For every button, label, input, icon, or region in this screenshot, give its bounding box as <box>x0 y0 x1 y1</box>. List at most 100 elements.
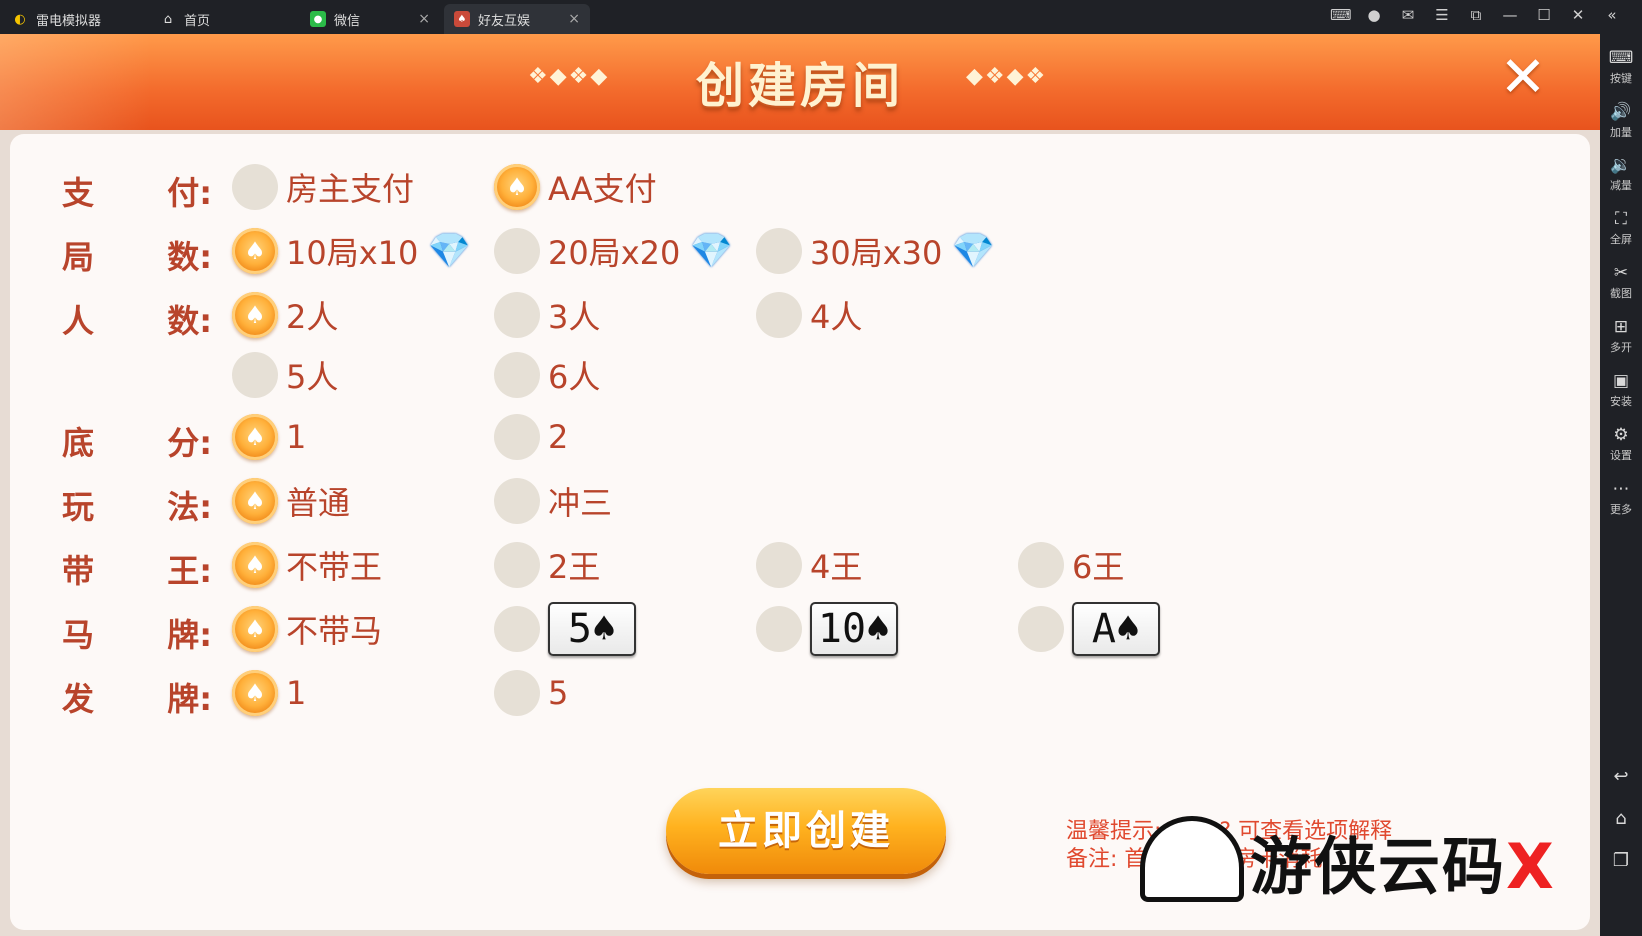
radio-button[interactable] <box>494 670 540 716</box>
close-window-icon[interactable]: ✕ <box>1568 6 1588 24</box>
gamepad-icon[interactable]: ⌨ <box>1330 6 1352 24</box>
tab-wechat[interactable]: ● 微信 × <box>300 4 440 34</box>
sidebar-item-fullscreen[interactable]: ⛶ 全屏 <box>1600 209 1642 247</box>
option-base-1[interactable]: ♠ 1 <box>232 414 306 460</box>
option-players-3[interactable]: 3人 <box>494 292 600 338</box>
option-base-2[interactable]: 2 <box>494 414 568 460</box>
radio-button-selected[interactable]: ♠ <box>232 606 278 652</box>
close-tab-icon[interactable]: × <box>418 11 430 27</box>
sidebar-item-screenshot[interactable]: ✂ 截图 <box>1600 263 1642 301</box>
sidebar-item-label: 全屏 <box>1610 233 1632 246</box>
radio-button-selected[interactable]: ♠ <box>494 164 540 210</box>
radio-button[interactable] <box>494 414 540 460</box>
diamond-icon: 💎 <box>952 231 995 271</box>
option-horse-none[interactable]: ♠ 不带马 <box>232 606 382 652</box>
mail-icon[interactable]: ✉ <box>1398 6 1418 24</box>
radio-button[interactable] <box>1018 542 1064 588</box>
option-horse-a[interactable]: A♠ <box>1018 602 1160 656</box>
radio-button[interactable] <box>494 352 540 398</box>
option-pay-aa[interactable]: ♠ AA支付 <box>494 164 657 210</box>
sidebar-item-label: 按键 <box>1610 72 1632 85</box>
diamond-icon: 💎 <box>428 231 471 271</box>
dialog-header: ❖◆❖◆ 创建房间 ◆❖◆❖ ✕ <box>0 34 1600 130</box>
watermark-text: 游侠云码X <box>1250 830 1556 903</box>
tab-game[interactable]: ♠ 好友互娱 × <box>444 4 590 34</box>
card-a-spades: A♠ <box>1072 602 1160 656</box>
close-tab-icon[interactable]: × <box>568 11 580 27</box>
option-deal-5[interactable]: 5 <box>494 670 568 716</box>
sidebar-item-keyboard[interactable]: ⌨ 按键 <box>1600 48 1642 86</box>
create-room-button[interactable]: 立即创建 <box>666 788 946 874</box>
tab-label: 雷电模拟器 <box>36 13 102 29</box>
apk-install-icon: ▣ <box>1612 371 1630 391</box>
option-players-5[interactable]: 5人 <box>232 352 338 398</box>
back-icon[interactable]: ↩ <box>1600 766 1642 787</box>
radio-button-selected[interactable]: ♠ <box>232 228 278 274</box>
sidebar-item-volume-up[interactable]: 🔊 加量 <box>1600 102 1642 140</box>
radio-button-selected[interactable]: ♠ <box>232 478 278 524</box>
card-10-spades: 10♠ <box>810 602 898 656</box>
sidebar-item-volume-down[interactable]: 🔉 减量 <box>1600 155 1642 193</box>
radio-button[interactable] <box>494 292 540 338</box>
option-kings-4[interactable]: 4王 <box>756 542 862 588</box>
tab-home[interactable]: ⌂ 首页 <box>150 4 290 34</box>
more-icon: ⋯ <box>1612 479 1630 499</box>
option-mode-normal[interactable]: ♠ 普通 <box>232 478 350 524</box>
radio-button[interactable] <box>232 352 278 398</box>
option-players-6[interactable]: 6人 <box>494 352 600 398</box>
tab-ldplayer[interactable]: ◐ 雷电模拟器 <box>2 4 142 34</box>
label-deal: 发牌: <box>62 680 212 718</box>
minimize-icon[interactable]: — <box>1500 6 1520 24</box>
label-horse: 马牌: <box>62 616 212 654</box>
option-players-2[interactable]: ♠ 2人 <box>232 292 338 338</box>
radio-button[interactable] <box>232 164 278 210</box>
maximize-icon[interactable]: ☐ <box>1534 6 1554 24</box>
collapse-sidebar-icon[interactable]: « <box>1602 6 1622 24</box>
radio-button-selected[interactable]: ♠ <box>232 670 278 716</box>
radio-button[interactable] <box>494 478 540 524</box>
option-kings-2[interactable]: 2王 <box>494 542 600 588</box>
menu-icon[interactable]: ☰ <box>1432 6 1452 24</box>
option-kings-6[interactable]: 6王 <box>1018 542 1124 588</box>
option-rounds-30[interactable]: 30局x30 💎 <box>756 228 995 274</box>
radio-button[interactable] <box>756 228 802 274</box>
fullscreen-icon: ⛶ <box>1615 209 1627 229</box>
radio-button[interactable] <box>756 606 802 652</box>
restore-icon[interactable]: ⧉ <box>1466 6 1486 24</box>
radio-button[interactable] <box>756 542 802 588</box>
option-rounds-10[interactable]: ♠ 10局x10 💎 <box>232 228 471 274</box>
sidebar-item-install[interactable]: ▣ 安装 <box>1600 371 1642 409</box>
radio-button[interactable] <box>494 606 540 652</box>
sidebar-item-more[interactable]: ⋯ 更多 <box>1600 479 1642 517</box>
account-icon[interactable]: ● <box>1364 6 1384 24</box>
option-deal-1[interactable]: ♠ 1 <box>232 670 306 716</box>
radio-button[interactable] <box>494 228 540 274</box>
option-kings-none[interactable]: ♠ 不带王 <box>232 542 382 588</box>
radio-button-selected[interactable]: ♠ <box>232 542 278 588</box>
label-base: 底分: <box>62 424 212 462</box>
scissors-icon: ✂ <box>1613 263 1629 283</box>
sidebar-item-label: 设置 <box>1610 449 1632 462</box>
radio-button[interactable] <box>494 542 540 588</box>
sidebar-item-multi[interactable]: ⊞ 多开 <box>1600 317 1642 355</box>
option-mode-chongsan[interactable]: 冲三 <box>494 478 612 524</box>
option-horse-5[interactable]: 5♠ <box>494 602 636 656</box>
radio-button-selected[interactable]: ♠ <box>232 414 278 460</box>
option-horse-10[interactable]: 10♠ <box>756 602 898 656</box>
label-kings: 带王: <box>62 552 212 590</box>
radio-button-selected[interactable]: ♠ <box>232 292 278 338</box>
option-players-4[interactable]: 4人 <box>756 292 862 338</box>
label-players: 人数: <box>62 302 212 340</box>
recent-apps-icon[interactable]: ❐ <box>1600 850 1642 871</box>
radio-button[interactable] <box>756 292 802 338</box>
sidebar-item-label: 截图 <box>1610 287 1632 300</box>
label-rounds: 局数: <box>62 238 212 276</box>
sidebar-item-label: 加量 <box>1610 126 1632 139</box>
option-pay-owner[interactable]: 房主支付 <box>232 164 414 210</box>
options-list: 支付: 房主支付 ♠ AA支付 局数: ♠ 10局x10 💎 20局x20 💎 … <box>10 134 1590 734</box>
home-nav-icon[interactable]: ⌂ <box>1600 808 1642 829</box>
radio-button[interactable] <box>1018 606 1064 652</box>
sidebar-item-settings[interactable]: ⚙ 设置 <box>1600 425 1642 463</box>
option-rounds-20[interactable]: 20局x20 💎 <box>494 228 733 274</box>
close-dialog-button[interactable]: ✕ <box>1490 48 1556 114</box>
